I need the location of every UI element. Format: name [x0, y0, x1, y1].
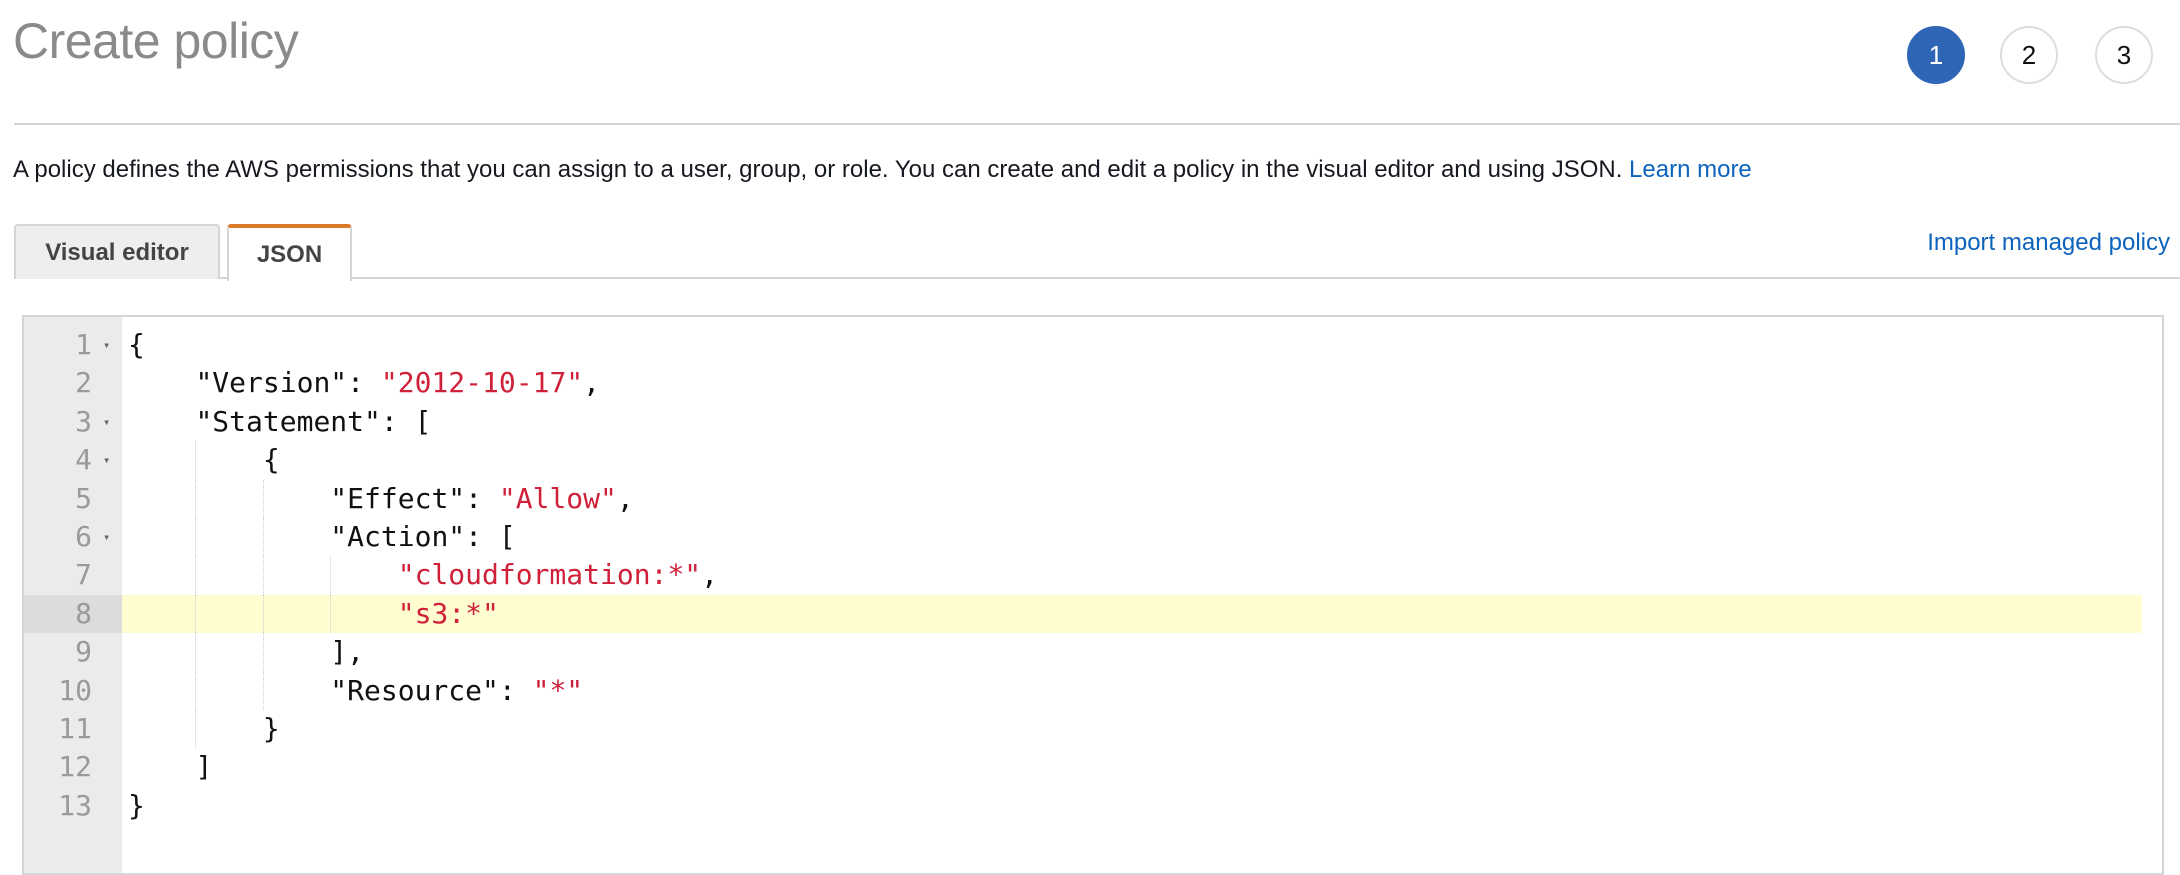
header-divider — [14, 123, 2180, 125]
json-string-token: "cloudformation:*" — [397, 558, 702, 592]
json-token: , — [701, 558, 719, 592]
json-token: "Statement": [ — [195, 404, 432, 438]
code-line[interactable]: 9 ], — [24, 633, 2162, 672]
code-content: "cloudformation:*", — [122, 556, 2142, 595]
code-content: } — [122, 709, 2142, 749]
fold-toggle-icon[interactable]: ▾ — [103, 403, 110, 441]
indent-guide — [262, 517, 264, 557]
json-token: ], — [330, 635, 365, 669]
line-number: 10 — [58, 673, 92, 707]
code-line[interactable]: 11 } — [24, 709, 2162, 749]
fold-toggle-icon[interactable]: ▾ — [103, 326, 110, 364]
indent-guide — [262, 594, 264, 634]
code-content: "Effect": "Allow", — [122, 479, 2142, 518]
step-1-indicator: 1 — [1907, 26, 1965, 84]
code-line[interactable]: 5 "Effect": "Allow", — [24, 479, 2162, 518]
code-content: "Statement": [ — [122, 403, 2142, 441]
learn-more-link[interactable]: Learn more — [1629, 156, 1752, 183]
tab-json[interactable]: JSON — [227, 224, 352, 281]
json-string-token: "Allow" — [498, 481, 617, 515]
line-number: 12 — [58, 750, 92, 784]
line-number: 9 — [75, 635, 92, 669]
fold-toggle-icon[interactable]: ▾ — [103, 518, 110, 556]
code-content: ], — [122, 633, 2142, 672]
indent-guide — [262, 479, 264, 518]
code-content: "s3:*" — [122, 594, 2142, 634]
indent-guide — [262, 633, 264, 672]
indent-guide — [195, 709, 197, 749]
policy-description: A policy defines the AWS permissions tha… — [13, 156, 1752, 184]
line-number: 8 — [24, 594, 122, 634]
code-content: "Resource": "*" — [122, 671, 2142, 710]
import-managed-policy-link[interactable]: Import managed policy — [1927, 229, 2170, 257]
code-content: } — [122, 787, 2142, 825]
indent-guide — [330, 594, 332, 634]
fold-toggle-icon[interactable]: ▾ — [103, 441, 110, 479]
code-line[interactable]: 2 "Version": "2012-10-17", — [24, 364, 2162, 402]
step-2-indicator: 2 — [2000, 26, 2058, 84]
indent-guide — [195, 517, 197, 557]
code-content: "Version": "2012-10-17", — [122, 364, 2142, 402]
json-string-token: "s3:*" — [397, 596, 499, 630]
tab-visual-editor[interactable]: Visual editor — [14, 224, 220, 279]
code-line[interactable]: 7 "cloudformation:*", — [24, 556, 2162, 595]
code-line[interactable]: 8 "s3:*" — [24, 594, 2162, 634]
indent-guide — [262, 556, 264, 595]
line-number: 5 — [75, 481, 92, 515]
json-string-token: "2012-10-17" — [380, 366, 584, 400]
line-number: 2 — [75, 366, 92, 400]
json-token: { — [262, 443, 280, 477]
indent-guide — [195, 594, 197, 634]
indent-guide — [195, 556, 197, 595]
line-number: 7 — [75, 558, 92, 592]
code-line[interactable]: 13} — [24, 787, 2162, 825]
json-code-editor[interactable]: 1 ▾{2 "Version": "2012-10-17", 3 ▾ "Stateme… — [22, 315, 2164, 875]
code-lines: 1 ▾{2 "Version": "2012-10-17", 3 ▾ "Stateme… — [24, 326, 2162, 825]
indent-guide — [195, 479, 197, 518]
line-number: 13 — [58, 788, 92, 822]
json-token: "Version": — [195, 366, 381, 400]
indent-guide — [195, 671, 197, 710]
indent-guide — [195, 633, 197, 672]
code-content: { — [122, 441, 2142, 480]
code-line[interactable]: 4 ▾ { — [24, 441, 2162, 480]
code-line[interactable]: 6 ▾ "Action": [ — [24, 517, 2162, 557]
indent-guide — [330, 556, 332, 595]
page-title: Create policy — [13, 13, 299, 69]
code-line[interactable]: 10 "Resource": "*" — [24, 671, 2162, 710]
code-content: { — [122, 326, 2142, 364]
code-line[interactable]: 1 ▾{ — [24, 326, 2162, 364]
line-number: 11 — [58, 711, 92, 745]
json-string-token: "*" — [532, 673, 584, 707]
json-token: "Action": [ — [330, 519, 516, 553]
code-line[interactable]: 12 ] — [24, 748, 2162, 786]
json-token: ] — [195, 750, 213, 784]
code-line[interactable]: 3 ▾ "Statement": [ — [24, 403, 2162, 441]
json-token: , — [583, 366, 601, 400]
json-token: } — [262, 711, 280, 745]
code-content: "Action": [ — [122, 517, 2142, 557]
json-token: "Effect": — [330, 481, 499, 515]
indent-guide — [195, 441, 197, 480]
json-token: { — [128, 328, 145, 361]
json-token: "Resource": — [330, 673, 533, 707]
code-content: ] — [122, 748, 2142, 786]
step-3-indicator: 3 — [2095, 26, 2153, 84]
indent-guide — [262, 671, 264, 710]
description-text: A policy defines the AWS permissions tha… — [13, 156, 1623, 183]
json-token: } — [128, 788, 145, 822]
json-token: , — [616, 481, 634, 515]
